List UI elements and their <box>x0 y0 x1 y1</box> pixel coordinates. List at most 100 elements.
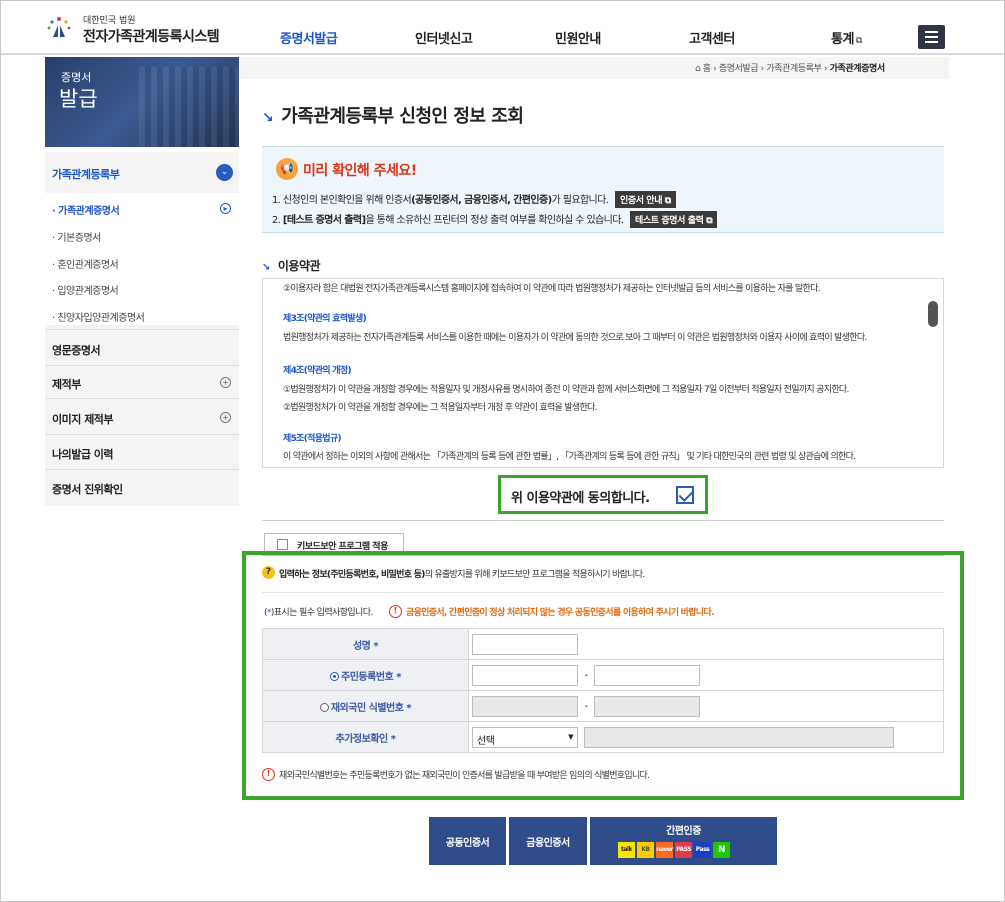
terms-section-title: ↘ 이용약관 <box>262 257 321 274</box>
button-label: 공동인증서 <box>445 838 490 849</box>
divider <box>45 398 239 399</box>
terms-agree-checkbox[interactable] <box>676 486 694 504</box>
header: 대한민국 법원 전자가족관계등록시스템 증명서발급 인터넷신고 민원안내 고객센… <box>1 1 1004 55</box>
notice-line-2: 2. [테스트 증명서 출력]을 통해 소유하신 프린터의 정상 출력 여부를 … <box>272 211 718 228</box>
foreign-id-back-input[interactable] <box>594 695 700 717</box>
page-title-text: 가족관계등록부 신청인 정보 조회 <box>281 106 524 127</box>
sidebar-sub-label: 혼인관계증명서 <box>57 260 119 271</box>
foreign-id-radio[interactable] <box>319 702 329 712</box>
foreign-id-label: 재외국민 식별번호 * <box>262 690 469 722</box>
cert-guide-button[interactable]: 인증서 안내 ⧉ <box>614 191 676 208</box>
plus-icon[interactable]: + <box>220 412 231 423</box>
required-star: * <box>406 702 412 714</box>
terms-title-text: 이용약관 <box>277 259 321 273</box>
sidebar-item-family-register[interactable]: 가족관계등록부 <box>45 166 239 182</box>
sidebar-item-my-history[interactable]: 나의발급 이력 <box>45 446 239 462</box>
label-text: 주민등록번호 <box>341 671 394 683</box>
applicant-form-table: 성명 * 주민등록번호 * - 재외국민 식별번호 * - 추가정보확인 * 선… <box>262 628 944 753</box>
toss-pass-icon: Pass <box>694 842 711 858</box>
sidebar-sub-adoption-cert[interactable]: · 입양관계증명서 <box>52 282 119 297</box>
sidebar-item-verify-cert[interactable]: 증명서 진위확인 <box>45 481 239 497</box>
sidebar-item-removed-register[interactable]: 제적부 <box>45 376 239 392</box>
terms-line: ②이용자라 함은 대법원 전자가족관계등록시스템 홈페이지에 접속하여 이 약관… <box>283 284 821 294</box>
notice-emphasis: [테스트 증명서 출력] <box>282 215 366 226</box>
terms-line: ①법원행정처가 이 약관을 개정할 경우에는 적용일자 및 개정사유를 명시하여… <box>283 385 849 395</box>
home-icon[interactable]: ⌂ <box>695 64 701 74</box>
notice-box: 📢 미리 확인해 주세요! 1. 신청인의 본인확인을 위해 인증서(공동인증서… <box>262 146 944 233</box>
divider <box>45 469 239 470</box>
sidebar-sub-basic-cert[interactable]: · 기본증명서 <box>52 229 101 244</box>
plus-icon[interactable]: + <box>220 377 231 388</box>
all-menu-button[interactable] <box>918 25 945 49</box>
divider <box>262 520 944 521</box>
terms-heading: 제5조(적용법규) <box>283 434 342 444</box>
sidebar-banner-title: 발급 <box>59 87 98 111</box>
required-star: * <box>396 671 401 683</box>
extra-info-select[interactable]: 선택 ▼ <box>472 726 578 748</box>
breadcrumb-item[interactable]: 가족관계등록부 <box>766 64 822 74</box>
breadcrumb-item[interactable]: 증명서발급 <box>719 64 759 74</box>
sidebar-sub-full-adoption-cert[interactable]: · 친양자입양관계증명서 <box>52 309 145 324</box>
button-label: 간편인증 <box>666 826 701 837</box>
button-label: 금융인증서 <box>526 838 570 849</box>
nav-customer-center[interactable]: 고객센터 <box>689 28 735 47</box>
rrn-front-input[interactable] <box>472 664 578 686</box>
sidebar-item-english-cert[interactable]: 영문증명서 <box>45 342 239 358</box>
terms-scroll-box[interactable]: ②이용자라 함은 대법원 전자가족관계등록시스템 홈페이지에 접속하여 이 약관… <box>262 278 944 468</box>
caret-down-icon: ▼ <box>568 732 573 741</box>
pass-icon: PASS <box>675 842 692 858</box>
label-text: 추가정보확인 <box>335 733 389 745</box>
sidebar-sub-family-cert[interactable]: · 가족관계증명서 <box>52 202 120 217</box>
notice-line-1: 1. 신청인의 본인확인을 위해 인증서(공동인증서, 금융인증서, 간편인증)… <box>272 191 676 208</box>
breadcrumb-home[interactable]: 홈 <box>703 64 711 74</box>
warning-icon: ! <box>262 768 275 781</box>
required-star: * <box>390 733 396 745</box>
sidebar-sub-marriage-cert[interactable]: · 혼인관계증명서 <box>52 256 119 271</box>
sidebar-item-image-register[interactable]: 이미지 제적부 <box>45 411 239 427</box>
note-text: )표시는 필수 입력사항입니다. <box>270 608 373 618</box>
terms-agree[interactable]: 위 이용약관에 동의합니다. <box>498 475 708 514</box>
logo-title: 전자가족관계등록시스템 <box>83 29 220 45</box>
nav-statistics-label: 통계 <box>831 32 854 47</box>
nav-civil-guide[interactable]: 민원안내 <box>555 28 601 47</box>
nav-internet-report[interactable]: 인터넷신고 <box>415 28 473 47</box>
info-emphasis: (주민등록번호, 비밀번호 등) <box>326 570 425 580</box>
nav-certificate-issue[interactable]: 증명서발급 <box>280 28 338 47</box>
terms-heading: 제3조(약관의 효력발생) <box>283 314 367 324</box>
external-link-icon: ⧉ <box>855 36 862 46</box>
rrn-label: 주민등록번호 * <box>262 659 469 691</box>
chevron-down-icon[interactable]: ⌄ <box>216 164 233 181</box>
cert-guide-label: 인증서 안내 <box>619 196 663 206</box>
logo-subtitle: 대한민국 법원 <box>83 16 136 26</box>
info-emphasis: 입력하는 정보 <box>279 570 328 580</box>
dash: - <box>584 700 588 712</box>
simple-auth-button[interactable]: 간편인증 talk KB naver PASS Pass N <box>590 817 777 865</box>
sidebar-sub-label: 기본증명서 <box>57 233 101 244</box>
rrn-back-input[interactable] <box>594 664 700 686</box>
rrn-radio[interactable] <box>330 671 340 681</box>
select-value: 선택 <box>477 735 495 747</box>
court-emblem-icon <box>47 17 71 37</box>
terms-scrollbar[interactable] <box>928 301 938 327</box>
arrow-right-icon: ▸ <box>220 203 231 214</box>
foreign-id-cell: - <box>468 690 944 722</box>
divider <box>45 365 239 366</box>
keyboard-security-checkbox[interactable] <box>277 539 288 550</box>
terms-line: 법원행정처가 제공하는 전자가족관계등록 서비스를 이용한 때에는 이용자가 이… <box>283 333 867 343</box>
financial-cert-button[interactable]: 금융인증서 <box>509 817 587 865</box>
notice-text: 1. 신청인의 본인확인을 위해 인증서 <box>272 195 412 206</box>
extra-info-input[interactable] <box>583 726 894 748</box>
name-input[interactable] <box>472 633 578 655</box>
breadcrumb: ⌂ 홈 › 증명서발급 › 가족관계등록부 › 가족관계증명서 <box>695 64 885 74</box>
title-mark-icon: ↘ <box>262 110 274 126</box>
foreign-id-front-input[interactable] <box>472 695 578 717</box>
nav-statistics[interactable]: 통계 ⧉ <box>831 28 862 47</box>
test-print-button[interactable]: 테스트 증명서 출력 ⧉ <box>630 211 718 228</box>
megaphone-icon: 📢 <box>276 158 298 180</box>
warning-icon: ! <box>389 605 402 618</box>
divider <box>45 434 239 435</box>
public-cert-button[interactable]: 공동인증서 <box>429 817 506 865</box>
label-text: 성명 <box>352 640 371 652</box>
site-logo[interactable]: 대한민국 법원 전자가족관계등록시스템 <box>45 11 235 47</box>
keyboard-security-info: 입력하는 정보(주민등록번호, 비밀번호 등)의 유출방지를 위해 키보드보안 … <box>279 567 645 580</box>
